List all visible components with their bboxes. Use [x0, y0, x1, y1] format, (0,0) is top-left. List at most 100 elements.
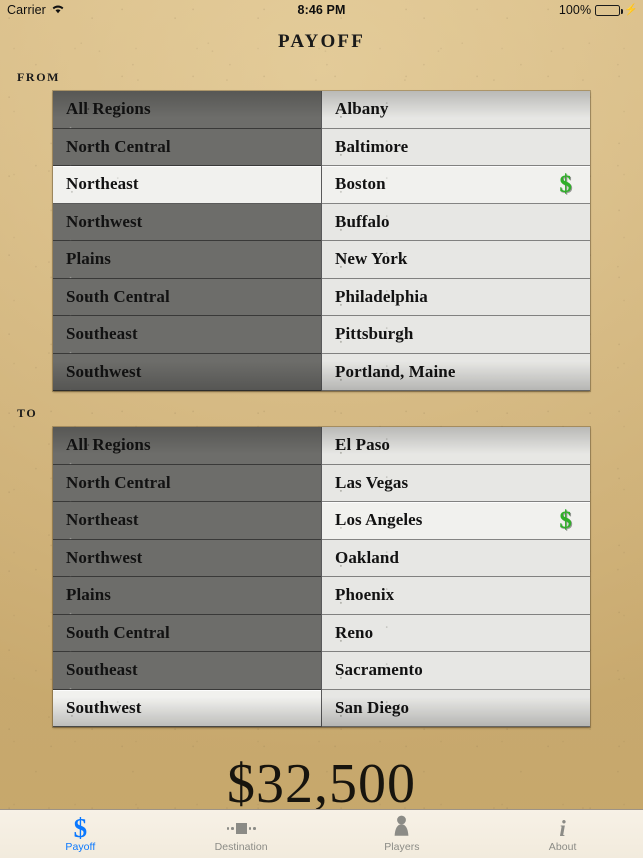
- to-city-label: El Paso: [335, 435, 391, 455]
- to-picker[interactable]: All Regions North Central Northeast Northwe…: [53, 427, 590, 727]
- dollar-icon: $: [73, 813, 88, 843]
- from-region-row[interactable]: South Central: [53, 278, 321, 316]
- to-section-label: To: [17, 402, 38, 421]
- status-bar-left: Carrier: [7, 3, 65, 17]
- app-root: Carrier 8:46 PM 100% ⚡ Payoff From All R…: [0, 0, 643, 858]
- to-region-column[interactable]: All Regions North Central Northeast Northwe…: [53, 427, 321, 727]
- page-title: Payoff: [277, 23, 366, 53]
- from-picker[interactable]: All Regions North Central Northeast Northwe…: [53, 91, 590, 391]
- from-city-row[interactable]: Boston $: [322, 166, 590, 204]
- destination-icon-wrap: [226, 817, 256, 840]
- to-region-row[interactable]: Southeast: [53, 652, 321, 690]
- from-city-row[interactable]: Pittsburgh: [322, 316, 590, 354]
- from-city-label: Boston: [335, 174, 386, 194]
- from-region-row[interactable]: North Central: [53, 128, 321, 166]
- to-city-label: Reno: [335, 622, 374, 642]
- from-region-row[interactable]: All Regions: [53, 91, 321, 129]
- status-bar: Carrier 8:46 PM 100% ⚡: [0, 0, 643, 20]
- dollar-icon-wrap: $: [73, 813, 88, 843]
- from-region-label: All Regions: [66, 99, 151, 119]
- from-city-label: Philadelphia: [335, 286, 428, 306]
- from-city-label: Albany: [335, 99, 389, 119]
- to-region-row[interactable]: South Central: [53, 614, 321, 652]
- to-city-row[interactable]: Los Angeles $: [322, 502, 590, 540]
- tab-players[interactable]: Players: [322, 810, 483, 858]
- to-region-label: Northeast: [66, 510, 139, 530]
- tab-label: Destination: [214, 841, 268, 853]
- info-icon: i: [559, 816, 566, 841]
- tab-payoff[interactable]: $ Payoff: [0, 810, 161, 858]
- to-city-label: Oakland: [335, 547, 400, 567]
- to-city-label: Las Vegas: [335, 472, 409, 492]
- pawn-icon: [393, 815, 410, 842]
- from-city-label: Baltimore: [335, 136, 409, 156]
- tab-about[interactable]: i About: [482, 810, 643, 858]
- to-region-label: All Regions: [66, 435, 151, 455]
- from-city-column[interactable]: Albany Baltimore Boston $ Buffalo New York Phi…: [321, 91, 590, 391]
- wifi-icon: [51, 3, 65, 17]
- from-region-row[interactable]: Southwest: [53, 353, 321, 391]
- from-region-row[interactable]: Northwest: [53, 203, 321, 241]
- from-region-label: Northwest: [66, 211, 143, 231]
- from-city-label: Buffalo: [335, 211, 390, 231]
- from-city-row[interactable]: Buffalo: [322, 203, 590, 241]
- to-region-row[interactable]: North Central: [53, 464, 321, 502]
- from-city-row[interactable]: New York: [322, 241, 590, 279]
- tab-label: Players: [384, 841, 420, 853]
- to-region-label: Southwest: [66, 697, 142, 717]
- from-city-label: Portland, Maine: [335, 361, 456, 381]
- battery-percent-label: 100%: [558, 3, 592, 17]
- from-city-row[interactable]: Baltimore: [322, 128, 590, 166]
- to-city-row[interactable]: Sacramento: [322, 652, 590, 690]
- from-region-label: Southwest: [66, 361, 142, 381]
- to-city-column[interactable]: El Paso Las Vegas Los Angeles $ Oakland Phoen…: [321, 427, 590, 727]
- from-region-label: Plains: [66, 249, 112, 269]
- carrier-label: Carrier: [7, 3, 46, 17]
- to-city-row[interactable]: El Paso: [322, 427, 590, 465]
- from-section-label: From: [17, 66, 61, 85]
- from-region-column[interactable]: All Regions North Central Northeast Northwe…: [53, 91, 321, 391]
- tab-destination[interactable]: Destination: [161, 810, 322, 858]
- to-region-row[interactable]: All Regions: [53, 427, 321, 465]
- tab-label: Payoff: [65, 841, 96, 853]
- money-dollar-icon: $: [559, 170, 572, 198]
- to-city-label: San Diego: [335, 697, 410, 717]
- to-region-label: North Central: [66, 472, 171, 492]
- to-region-label: Plains: [66, 585, 112, 605]
- to-region-row[interactable]: Northwest: [53, 539, 321, 577]
- info-icon-wrap: i: [559, 817, 565, 840]
- from-city-row[interactable]: Portland, Maine: [322, 353, 590, 391]
- to-city-row[interactable]: San Diego: [322, 689, 590, 727]
- to-city-label: Sacramento: [335, 660, 423, 680]
- to-city-row[interactable]: Las Vegas: [322, 464, 590, 502]
- to-region-row[interactable]: Southwest: [53, 689, 321, 727]
- status-bar-time: 8:46 PM: [297, 3, 346, 17]
- destination-icon: [226, 823, 256, 834]
- status-bar-right: 100% ⚡: [559, 3, 638, 17]
- to-region-row[interactable]: Northeast: [53, 502, 321, 540]
- money-dollar-icon: $: [559, 506, 572, 534]
- to-region-label: Southeast: [66, 660, 138, 680]
- to-city-row[interactable]: Reno: [322, 614, 590, 652]
- from-region-label: Southeast: [66, 324, 138, 344]
- from-city-row[interactable]: Philadelphia: [322, 278, 590, 316]
- from-region-row[interactable]: Plains: [53, 241, 321, 279]
- to-region-label: South Central: [66, 622, 170, 642]
- from-region-label: South Central: [66, 286, 170, 306]
- to-region-row[interactable]: Plains: [53, 577, 321, 615]
- to-city-label: Phoenix: [335, 585, 395, 605]
- tab-label: About: [548, 841, 577, 853]
- tab-bar: $ Payoff Destination Players i About: [0, 809, 643, 858]
- pawn-icon-wrap: [393, 815, 410, 842]
- from-city-label: New York: [335, 249, 408, 269]
- from-region-row[interactable]: Northeast: [53, 166, 321, 204]
- from-region-row[interactable]: Southeast: [53, 316, 321, 354]
- lightning-bolt-icon: ⚡: [624, 3, 638, 16]
- from-region-label: Northeast: [66, 174, 139, 194]
- to-region-label: Northwest: [66, 547, 143, 567]
- to-city-row[interactable]: Oakland: [322, 539, 590, 577]
- payoff-amount: $32,500: [227, 753, 416, 815]
- to-city-row[interactable]: Phoenix: [322, 577, 590, 615]
- from-city-row[interactable]: Albany: [322, 91, 590, 129]
- from-city-label: Pittsburgh: [335, 324, 414, 344]
